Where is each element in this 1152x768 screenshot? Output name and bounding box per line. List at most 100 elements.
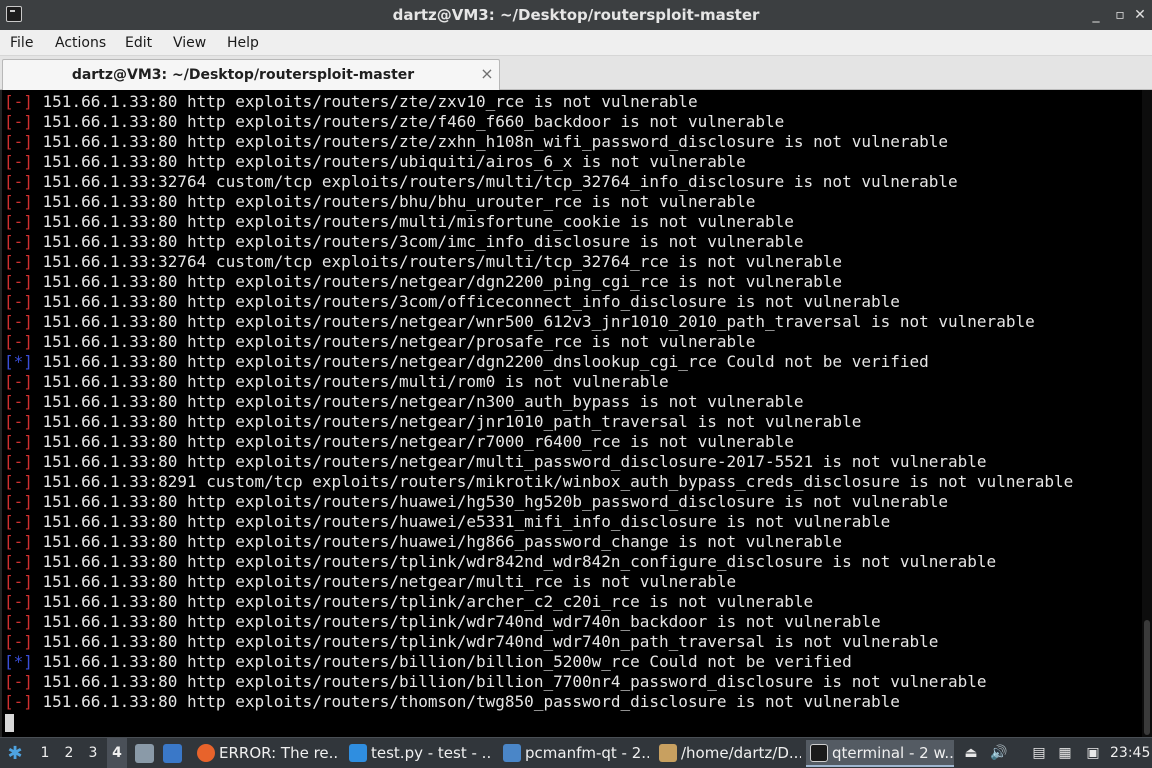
info-prefix: [*] — [4, 352, 33, 371]
terminal-cursor — [5, 714, 14, 732]
error-prefix: [-] — [4, 292, 33, 311]
error-prefix: [-] — [4, 252, 33, 271]
start-menu-icon[interactable]: ✱ — [4, 743, 26, 765]
error-prefix: [-] — [4, 492, 33, 511]
desktop-2[interactable]: 2 — [59, 738, 79, 768]
archive-icon — [659, 744, 677, 762]
terminal-line-text: 151.66.1.33:80 http exploits/routers/net… — [32, 272, 843, 291]
window-title: dartz@VM3: ~/Desktop/routersploit-master — [392, 6, 760, 24]
terminal-line: [-] 151.66.1.33:80 http exploits/routers… — [4, 432, 1140, 452]
close-window-button[interactable]: ✕ — [1130, 5, 1150, 25]
task-label: pcmanfm-qt - 2... — [525, 744, 649, 762]
clock[interactable]: 23:45 — [1110, 738, 1150, 768]
terminal-line: [-] 151.66.1.33:80 http exploits/routers… — [4, 112, 1140, 132]
terminal-line: [-] 151.66.1.33:80 http exploits/routers… — [4, 532, 1140, 552]
upload-icon[interactable]: ⏏ — [962, 744, 980, 762]
desktop-3[interactable]: 3 — [83, 738, 103, 768]
desktop-4[interactable]: 4 — [107, 738, 127, 768]
task-firefox[interactable]: ERROR: The re... — [193, 740, 339, 767]
network-icon[interactable]: ▦ — [1056, 744, 1074, 762]
terminal-line-text: 151.66.1.33:80 http exploits/routers/tho… — [32, 692, 900, 711]
task-pcmanfm[interactable]: pcmanfm-qt - 2... — [499, 740, 649, 767]
error-prefix: [-] — [4, 92, 33, 111]
terminal-line-text: 151.66.1.33:80 http exploits/routers/bhu… — [32, 192, 756, 211]
error-prefix: [-] — [4, 332, 33, 351]
menu-view[interactable]: View — [173, 30, 206, 56]
error-prefix: [-] — [4, 692, 33, 711]
clipboard-icon[interactable]: ▤ — [1030, 744, 1048, 762]
terminal-line: [-] 151.66.1.33:80 http exploits/routers… — [4, 692, 1140, 712]
terminal-line: [-] 151.66.1.33:80 http exploits/routers… — [4, 592, 1140, 612]
info-prefix: [*] — [4, 652, 33, 671]
tab-label: dartz@VM3: ~/Desktop/routersploit-master — [71, 67, 415, 83]
task-qterminal[interactable]: qterminal - 2 w... — [806, 740, 954, 767]
task-archive[interactable]: /home/dartz/D... — [655, 740, 801, 767]
terminal-line-text: 151.66.1.33:80 http exploits/routers/net… — [32, 432, 794, 451]
terminal-line-text: 151.66.1.33:80 http exploits/routers/ubi… — [32, 152, 746, 171]
error-prefix: [-] — [4, 212, 33, 231]
terminal-line: [-] 151.66.1.33:80 http exploits/routers… — [4, 512, 1140, 532]
error-prefix: [-] — [4, 232, 33, 251]
terminal-line-text: 151.66.1.33:80 http exploits/routers/tpl… — [32, 592, 814, 611]
terminal-line: [-] 151.66.1.33:80 http exploits/routers… — [4, 312, 1140, 332]
terminal-line: [-] 151.66.1.33:80 http exploits/routers… — [4, 332, 1140, 352]
error-prefix: [-] — [4, 312, 33, 331]
terminal-line: [-] 151.66.1.33:80 http exploits/routers… — [4, 632, 1140, 652]
terminal-line: [-] 151.66.1.33:80 http exploits/routers… — [4, 412, 1140, 432]
minimize-button[interactable]: _ — [1086, 5, 1106, 25]
terminal-line-text: 151.66.1.33:80 http exploits/routers/hua… — [32, 492, 949, 511]
terminal-line-text: 151.66.1.33:80 http exploits/routers/tpl… — [32, 612, 881, 631]
desktop-1[interactable]: 1 — [35, 738, 55, 768]
tab-bar: dartz@VM3: ~/Desktop/routersploit-master… — [0, 56, 1152, 90]
menu-edit[interactable]: Edit — [125, 30, 152, 56]
menu-file[interactable]: File — [10, 30, 33, 56]
terminal-line: [-] 151.66.1.33:80 http exploits/routers… — [4, 372, 1140, 392]
terminal-line-text: 151.66.1.33:80 http exploits/routers/mul… — [32, 372, 669, 391]
terminal-view[interactable]: [-] 151.66.1.33:80 http exploits/routers… — [0, 90, 1152, 737]
show-desktop-icon[interactable] — [163, 744, 182, 763]
error-prefix: [-] — [4, 672, 33, 691]
terminal-line: [-] 151.66.1.33:80 http exploits/routers… — [4, 192, 1140, 212]
error-prefix: [-] — [4, 112, 33, 131]
window-titlebar[interactable]: dartz@VM3: ~/Desktop/routersploit-master… — [0, 0, 1152, 30]
error-prefix: [-] — [4, 532, 33, 551]
terminal-scrollbar[interactable] — [1142, 90, 1152, 737]
terminal-line-text: 151.66.1.33:80 http exploits/routers/bil… — [32, 672, 987, 691]
terminal-line-text: 151.66.1.33:80 http exploits/routers/tpl… — [32, 632, 939, 651]
file-manager-launcher-icon[interactable] — [135, 744, 154, 763]
task-label: test.py - test - ... — [371, 744, 491, 762]
menu-bar: File Actions Edit View Help — [0, 30, 1152, 56]
folder-icon — [503, 744, 521, 762]
error-prefix: [-] — [4, 172, 33, 191]
terminal-line-text: 151.66.1.33:80 http exploits/routers/net… — [32, 332, 756, 351]
tab-close-icon[interactable]: × — [478, 65, 496, 83]
task-vscode[interactable]: test.py - test - ... — [345, 740, 491, 767]
menu-actions[interactable]: Actions — [55, 30, 106, 56]
terminal-line-text: 151.66.1.33:32764 custom/tcp exploits/ro… — [32, 172, 958, 191]
error-prefix: [-] — [4, 192, 33, 211]
terminal-line-text: 151.66.1.33:80 http exploits/routers/net… — [32, 312, 1035, 331]
terminal-line: [-] 151.66.1.33:80 http exploits/routers… — [4, 292, 1140, 312]
error-prefix: [-] — [4, 132, 33, 151]
notifications-icon[interactable]: ▣ — [1084, 744, 1102, 762]
terminal-line-text: 151.66.1.33:80 http exploits/routers/tpl… — [32, 552, 997, 571]
terminal-line-text: 151.66.1.33:80 http exploits/routers/hua… — [32, 532, 843, 551]
scrollbar-thumb[interactable] — [1144, 620, 1150, 735]
terminal-line-text: 151.66.1.33:80 http exploits/routers/3co… — [32, 292, 900, 311]
terminal-tab[interactable]: dartz@VM3: ~/Desktop/routersploit-master… — [2, 59, 500, 90]
terminal-line-text: 151.66.1.33:80 http exploits/routers/zte… — [32, 132, 949, 151]
vscode-icon — [349, 744, 367, 762]
terminal-line-text: 151.66.1.33:80 http exploits/routers/net… — [32, 452, 987, 471]
terminal-line: [-] 151.66.1.33:32764 custom/tcp exploit… — [4, 252, 1140, 272]
volume-icon[interactable]: 🔊 — [990, 744, 1008, 762]
maximize-button[interactable]: ▫ — [1110, 5, 1130, 25]
error-prefix: [-] — [4, 372, 33, 391]
terminal-output: [-] 151.66.1.33:80 http exploits/routers… — [4, 92, 1140, 712]
terminal-line-text: 151.66.1.33:80 http exploits/routers/zte… — [32, 92, 698, 111]
terminal-line: [-] 151.66.1.33:80 http exploits/routers… — [4, 492, 1140, 512]
menu-help[interactable]: Help — [227, 30, 259, 56]
error-prefix: [-] — [4, 452, 33, 471]
terminal-line-text: 151.66.1.33:80 http exploits/routers/hua… — [32, 512, 891, 531]
error-prefix: [-] — [4, 432, 33, 451]
error-prefix: [-] — [4, 572, 33, 591]
